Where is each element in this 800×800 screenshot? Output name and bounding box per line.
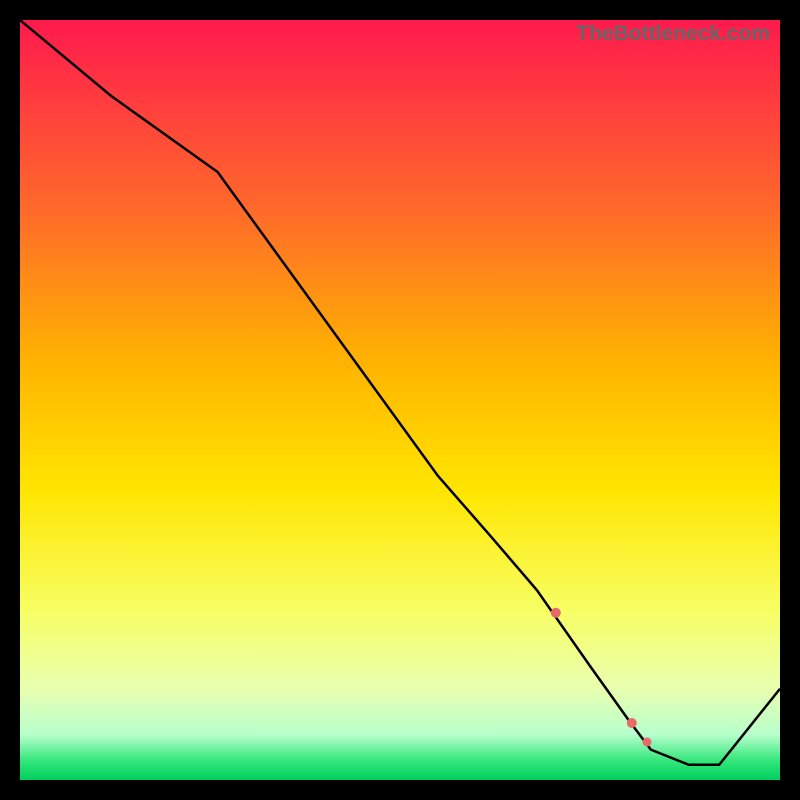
- chart-overlay: [20, 20, 780, 780]
- marker-dot: [551, 608, 561, 618]
- bottleneck-curve: [20, 20, 780, 765]
- marker-dot: [627, 718, 637, 728]
- marker-dot: [643, 738, 652, 747]
- chart-area: TheBottleneck.com: [20, 20, 780, 780]
- watermark-text: TheBottleneck.com: [576, 22, 770, 46]
